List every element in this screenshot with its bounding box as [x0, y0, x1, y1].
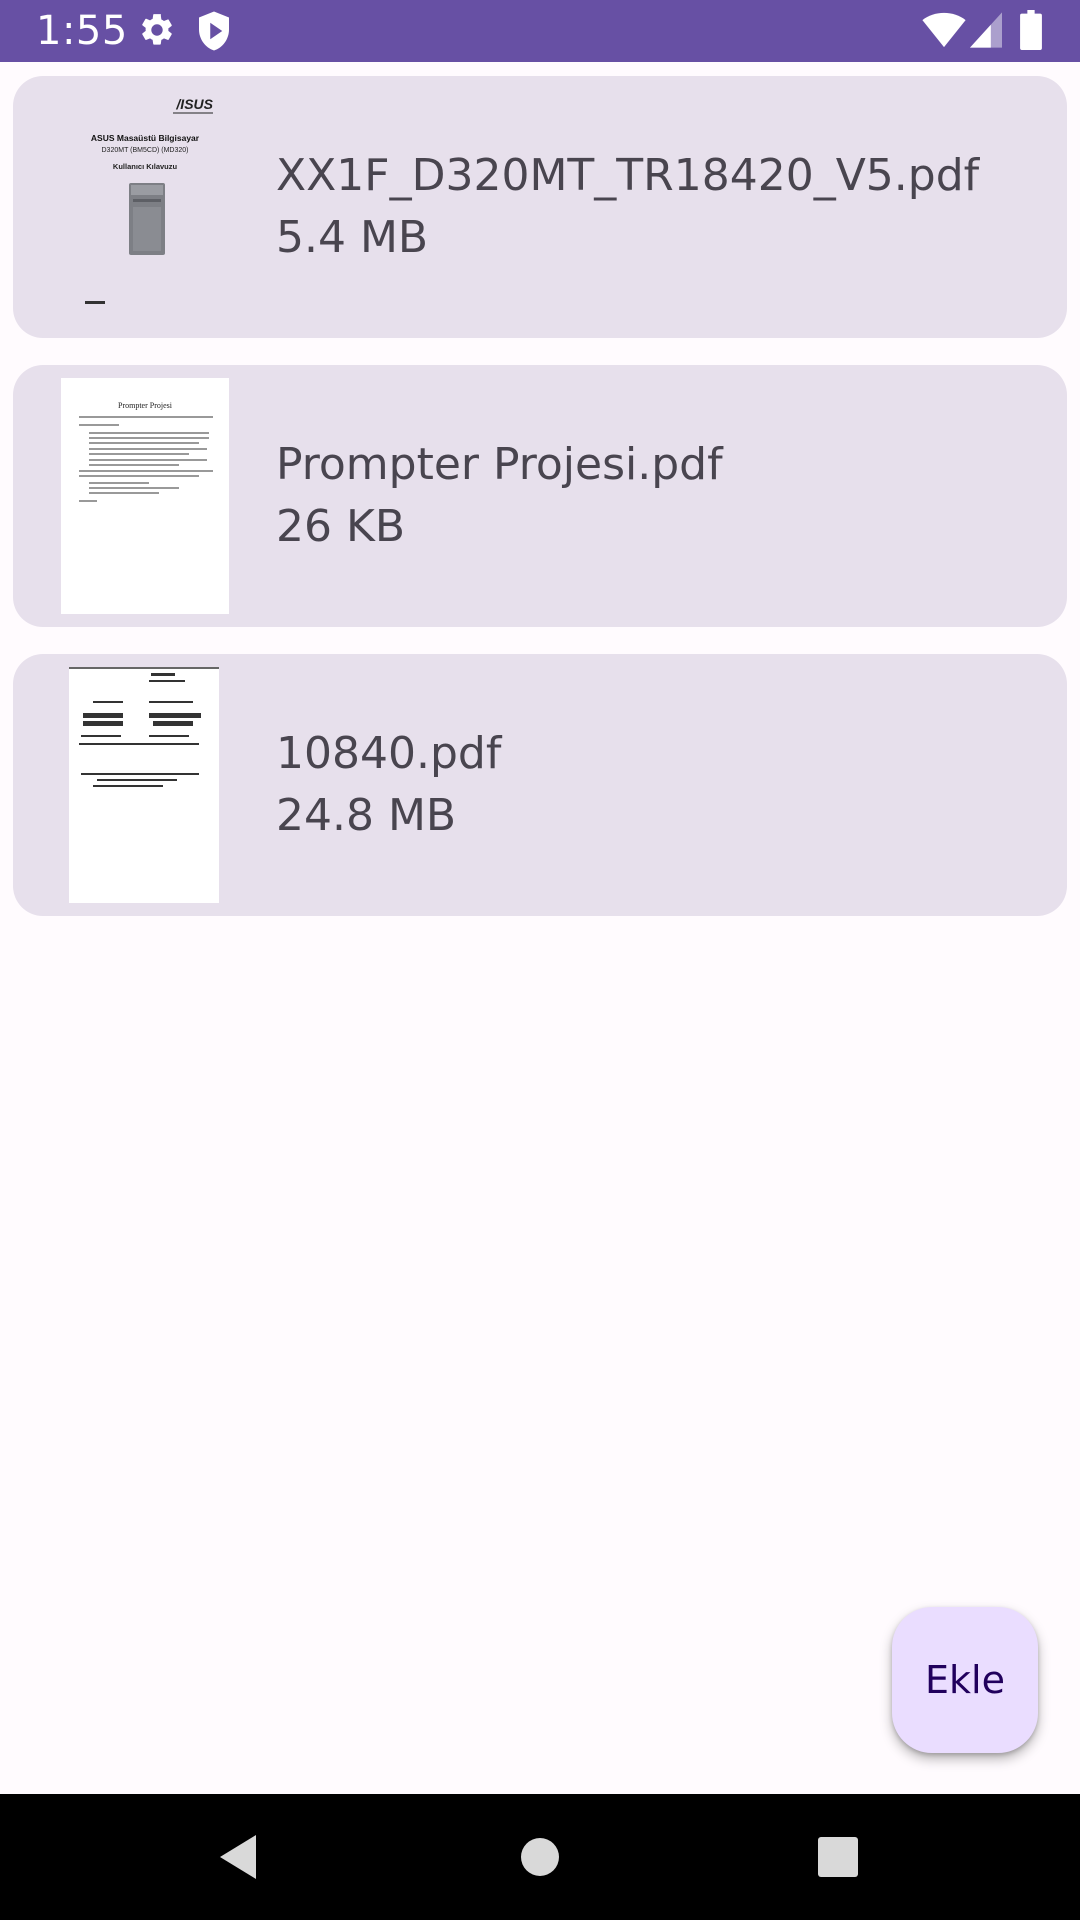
wifi-icon	[922, 12, 966, 48]
file-name: 10840.pdf	[276, 728, 502, 779]
status-bar: 1:55	[0, 0, 1080, 62]
add-button[interactable]: Ekle	[892, 1607, 1038, 1753]
file-name: Prompter Projesi.pdf	[276, 439, 723, 490]
add-button-label: Ekle	[925, 1658, 1005, 1702]
file-size: 26 KB	[276, 501, 406, 552]
svg-text:ASUS Masaüstü Bilgisayar: ASUS Masaüstü Bilgisayar	[91, 133, 200, 143]
home-icon	[521, 1838, 559, 1876]
navigation-bar	[0, 1794, 1080, 1920]
file-card[interactable]: 10840.pdf 24.8 MB	[13, 654, 1067, 916]
pdf-thumbnail: /ISUS ASUS Masaüstü Bilgisayar D320MT (B…	[61, 89, 249, 325]
asus-logo: /ISUS	[175, 96, 213, 112]
pdf-thumbnail	[69, 667, 219, 903]
svg-text:D320MT (BM5CD) (MD320): D320MT (BM5CD) (MD320)	[102, 147, 189, 154]
recents-icon	[818, 1837, 858, 1877]
file-size: 24.8 MB	[276, 790, 457, 841]
back-icon	[220, 1835, 256, 1879]
back-button[interactable]	[168, 1794, 308, 1920]
status-time: 1:55	[36, 8, 128, 54]
svg-text:Kullanıcı Kılavuzu: Kullanıcı Kılavuzu	[113, 162, 178, 171]
svg-text:Prompter Projesi: Prompter Projesi	[118, 401, 173, 410]
file-name: XX1F_D320MT_TR18420_V5.pdf	[276, 150, 980, 201]
file-size: 5.4 MB	[276, 212, 429, 263]
gear-icon	[142, 14, 172, 45]
home-button[interactable]	[470, 1794, 610, 1920]
recents-button[interactable]	[768, 1794, 908, 1920]
file-card[interactable]: /ISUS ASUS Masaüstü Bilgisayar D320MT (B…	[13, 76, 1067, 338]
battery-icon	[1020, 10, 1042, 50]
shield-play-icon	[199, 11, 229, 51]
pdf-thumbnail: Prompter Projesi	[61, 378, 229, 614]
signal-icon	[970, 12, 1002, 48]
file-card[interactable]: Prompter Projesi Prompter Projesi.pdf 26…	[13, 365, 1067, 627]
